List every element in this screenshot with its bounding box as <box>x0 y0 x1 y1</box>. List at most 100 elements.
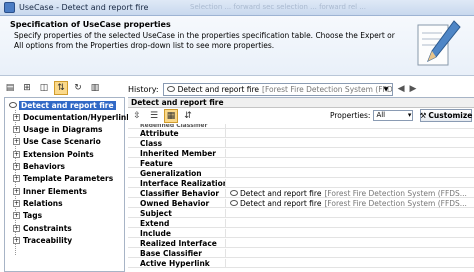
property-value[interactable]: Detect and report fire [Forest Fire Detec… <box>226 189 467 198</box>
property-name: Realized Interface <box>128 238 226 248</box>
table-row[interactable]: Base Classifier <box>128 248 474 258</box>
tree-item[interactable]: Detect and report fire <box>9 100 116 110</box>
property-value[interactable]: Detect and report fire [Forest Fire Detec… <box>226 199 467 208</box>
property-tree: Detect and report fire + Documentation/Hyp… <box>4 97 136 272</box>
table-header: Detect and report fire <box>128 98 474 108</box>
property-name: Base Classifier <box>128 248 226 258</box>
property-name: Subject <box>128 208 226 218</box>
property-name: Classifier Behavior <box>128 188 226 198</box>
table-row[interactable]: Active Hyperlink <box>128 258 474 268</box>
tree-item[interactable]: + Relations <box>13 198 63 208</box>
usecase-icon <box>230 200 238 206</box>
properties-label: Properties: <box>330 111 371 120</box>
expand-node-icon[interactable]: + <box>13 199 20 207</box>
table-row[interactable]: Classifier Behavior Detect and report fir… <box>128 188 474 198</box>
tree-item[interactable]: + Constraints <box>13 223 72 233</box>
expand-node-icon[interactable]: + <box>13 150 20 158</box>
property-value-path: [Forest Fire Detection System (FFDS... <box>324 188 467 198</box>
table-row[interactable]: Interface Realization <box>128 178 474 188</box>
table-row[interactable]: Realized Interface <box>128 238 474 248</box>
property-name: Active Hyperlink <box>128 258 226 268</box>
tree-item[interactable]: + Template Parameters <box>13 174 113 184</box>
properties-select[interactable]: All <box>373 110 414 121</box>
table-row[interactable]: Inherited Member <box>128 148 474 158</box>
expand-node-icon[interactable]: + <box>13 236 20 244</box>
property-table: Detect and report fire ⇳ ☰ ▦ ⇵ Propertie… <box>128 97 474 272</box>
chevron-down-icon[interactable]: ▼ <box>382 85 391 94</box>
property-name: Include <box>128 228 226 238</box>
sort-alpha-icon[interactable]: ⇵ <box>181 109 195 123</box>
property-name: Attribute <box>128 128 226 138</box>
expand-node-icon[interactable]: + <box>13 126 20 134</box>
tree-item-label: Documentation/Hyperlinks <box>23 112 136 122</box>
expand-node-icon[interactable]: + <box>13 113 20 121</box>
table-row[interactable]: Include <box>128 228 474 238</box>
tree-item-label: Traceability <box>23 235 73 245</box>
tree-item[interactable]: + Inner Elements <box>13 186 87 196</box>
collapse-icon[interactable]: ◫ <box>37 81 51 95</box>
customize-button[interactable]: ⚒ Customize <box>420 109 472 122</box>
customize-label: Customize <box>428 111 473 120</box>
sort-icon[interactable]: ⇅ <box>54 81 68 95</box>
tree-item-label: Template Parameters <box>23 174 114 184</box>
tree-item[interactable]: + Traceability <box>13 235 72 245</box>
window-title: UseCase - Detect and report fire <box>19 3 149 12</box>
property-name: Inherited Member <box>128 148 226 158</box>
expand-node-icon[interactable]: + <box>13 187 20 195</box>
expand-node-icon[interactable]: + <box>13 212 20 220</box>
table-row[interactable]: Subject <box>128 208 474 218</box>
table-row[interactable]: Generalization <box>128 168 474 178</box>
property-name: Feature <box>128 158 226 168</box>
expand-node-icon[interactable]: + <box>13 138 20 146</box>
pen-icon <box>417 20 461 66</box>
tree-item[interactable]: + Tags <box>13 211 42 221</box>
header-description: Specify properties of the selected UseCa… <box>14 31 395 50</box>
properties-filter: Properties: All <box>330 110 414 121</box>
table-row[interactable]: Attribute <box>128 128 474 138</box>
property-value-text: Detect and report fire <box>240 198 322 208</box>
refresh-icon[interactable]: ↻ <box>71 81 85 95</box>
history-element-path: [Forest Fire Detection System (FFDS)::..… <box>262 84 393 94</box>
history-dropdown[interactable]: Detect and report fire [Forest Fire Dete… <box>162 82 393 96</box>
tree-item-label: Usage in Diagrams <box>23 125 103 135</box>
history-label: History: <box>128 84 159 94</box>
tree-item-label: Constraints <box>23 223 72 233</box>
filter-icon[interactable]: ▥ <box>88 81 102 95</box>
property-value-text: Detect and report fire <box>240 188 322 198</box>
property-value-path: [Forest Fire Detection System (FFDS... <box>324 198 467 208</box>
tree-item[interactable]: + Usage in Diagrams <box>13 125 102 135</box>
table-row[interactable]: Owned Behavior Detect and report fire [For… <box>128 198 474 208</box>
usecase-icon <box>230 190 238 196</box>
tree-toolbar: ▤ ⊞ ◫ ⇅ ↻ ▥ <box>0 80 130 96</box>
table-row[interactable]: Class <box>128 138 474 148</box>
grid-icon[interactable]: ▦ <box>164 109 178 123</box>
history-bar: History: Detect and report fire [Forest … <box>128 82 474 96</box>
table-row[interactable]: Extend <box>128 218 474 228</box>
tree-item-label: Extension Points <box>23 149 94 159</box>
tree-item-label: Behaviors <box>23 162 65 171</box>
table-row[interactable]: Feature <box>128 158 474 168</box>
forward-icon[interactable]: ▶ <box>410 84 417 94</box>
usecase-icon <box>166 86 175 92</box>
expand-icon[interactable]: ⇳ <box>130 109 144 123</box>
tree-view-icon[interactable]: ▤ <box>3 81 17 95</box>
tree-item-label: Inner Elements <box>23 186 87 196</box>
property-name: Class <box>128 138 226 148</box>
app-icon <box>4 2 15 13</box>
back-icon[interactable]: ◀ <box>398 84 405 94</box>
table-toolbar: ⇳ ☰ ▦ ⇵ Properties: All ⚒ Customize <box>128 109 474 123</box>
hierarchy-icon[interactable]: ⊞ <box>20 81 34 95</box>
expand-node-icon[interactable]: + <box>13 175 20 183</box>
tree-item[interactable]: + Behaviors <box>13 162 65 172</box>
tree-item-label: Relations <box>23 198 63 208</box>
background-window-titles: Selection ... forward sec selection ... … <box>190 3 367 11</box>
tree-item[interactable]: + Documentation/Hyperlinks <box>13 112 136 122</box>
tree-item[interactable]: + Use Case Scenario <box>13 137 101 147</box>
tree-item[interactable]: + Extension Points <box>13 149 94 159</box>
expand-node-icon[interactable]: + <box>13 224 20 232</box>
expand-node-icon[interactable]: + <box>13 163 20 170</box>
tree-item-label: Detect and report fire <box>19 100 116 110</box>
tree-item-label: Use Case Scenario <box>23 137 101 147</box>
categorize-icon[interactable]: ☰ <box>147 109 161 123</box>
property-name: Interface Realization <box>128 178 226 188</box>
